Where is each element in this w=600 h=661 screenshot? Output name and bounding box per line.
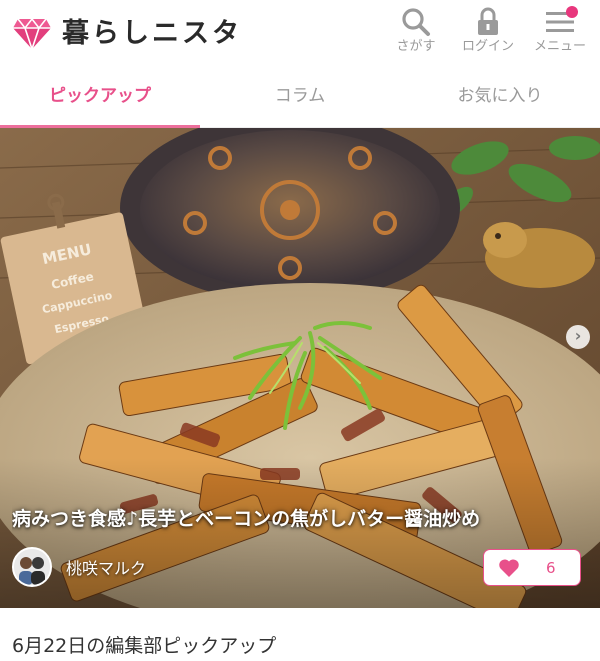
hero-food-photo: MENU Coffee Cappuccino Espresso xyxy=(0,128,600,608)
author-avatar xyxy=(12,547,52,587)
search-icon xyxy=(402,8,430,36)
lock-icon xyxy=(478,7,498,35)
hero-article-title[interactable]: 病みつき食感♪長芋とベーコンの焦がしバター醤油炒め xyxy=(12,504,592,534)
tab-column[interactable]: コラム xyxy=(200,66,400,127)
hero-article-card[interactable]: MENU Coffee Cappuccino Espresso › 病みつき食感… xyxy=(0,128,600,608)
heart-icon xyxy=(499,558,519,577)
menu-label: メニュー xyxy=(533,39,586,54)
site-logo[interactable]: 暮らしニスタ xyxy=(12,14,242,54)
login-button[interactable]: ログイン xyxy=(453,6,523,62)
like-button[interactable]: 6 xyxy=(483,549,581,586)
section-title: 6月22日の編集部ピックアップ xyxy=(12,635,277,657)
search-button[interactable]: さがす xyxy=(381,6,451,62)
app-header: 暮らしニスタ さがす ログイン メニュー xyxy=(0,0,600,66)
logo-text: 暮らしニスタ xyxy=(62,18,242,49)
search-label: さがす xyxy=(396,39,436,54)
gem-logo-icon xyxy=(13,17,51,51)
author-info[interactable]: 桃咲マルク xyxy=(12,547,146,587)
tab-bar: ピックアップ コラム お気に入り xyxy=(0,66,600,128)
carousel-next-button[interactable]: › xyxy=(566,325,590,349)
menu-button[interactable]: メニュー xyxy=(525,6,595,62)
notification-dot xyxy=(566,6,578,18)
tab-pickup[interactable]: ピックアップ xyxy=(0,66,200,128)
author-name: 桃咲マルク xyxy=(66,559,147,578)
tab-favorites[interactable]: お気に入り xyxy=(400,66,600,127)
login-label: ログイン xyxy=(461,39,514,54)
like-count: 6 xyxy=(546,558,556,577)
